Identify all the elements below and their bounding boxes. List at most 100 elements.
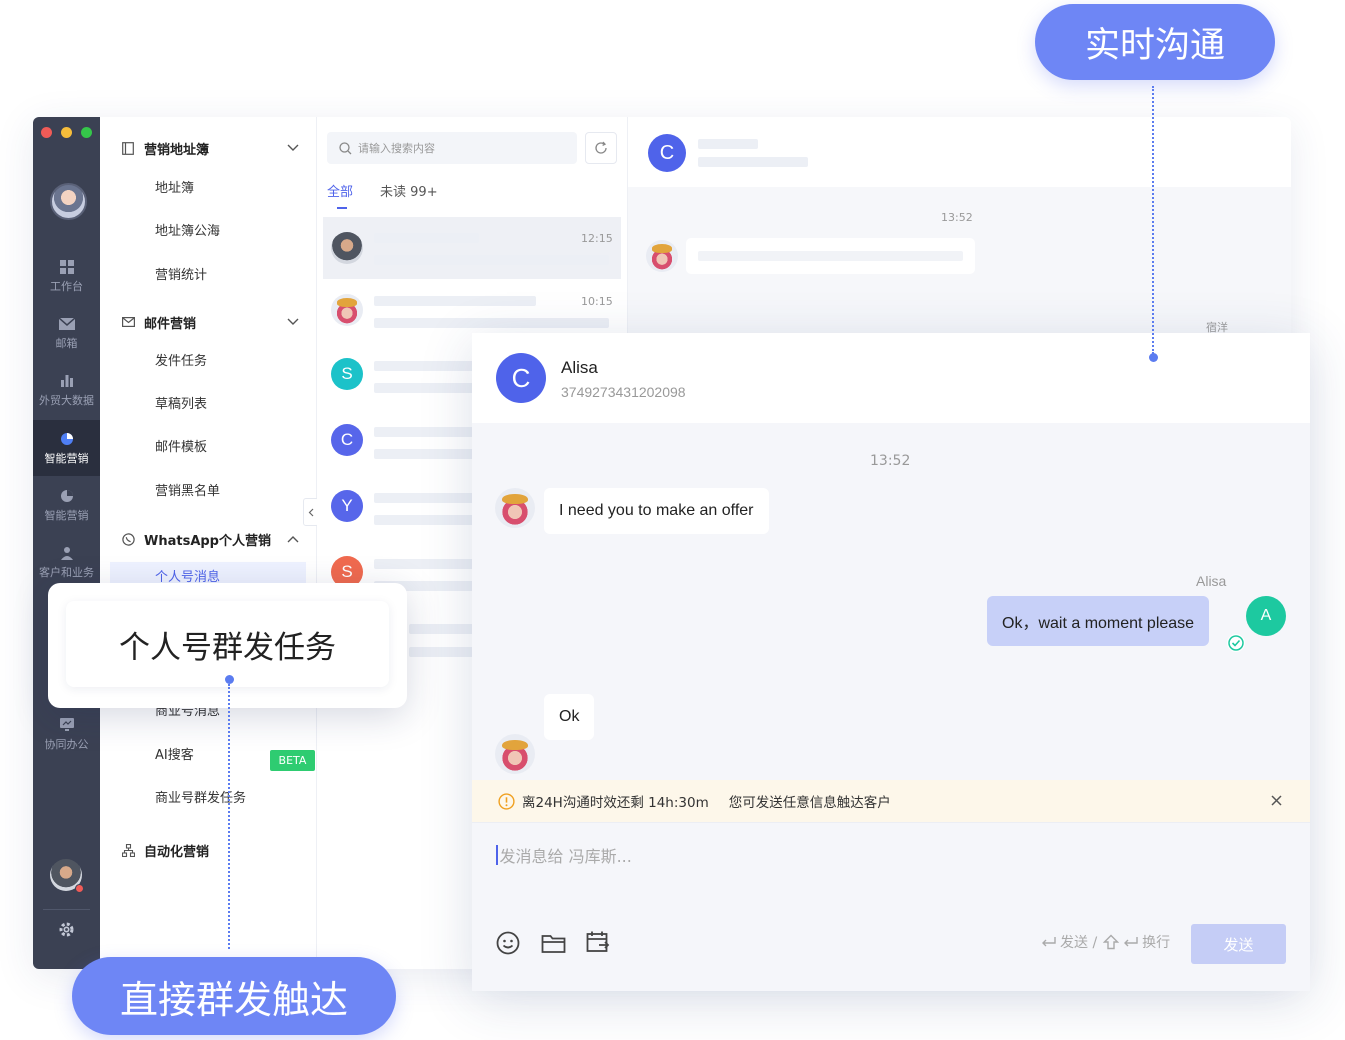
rail-item-workbench[interactable]: 工作台 <box>33 248 100 304</box>
rail-item-marketing-active[interactable]: 智能营销 <box>33 420 100 476</box>
rail-item-mail[interactable]: 邮箱 <box>33 305 100 361</box>
bg-chat-bubble <box>686 238 975 274</box>
grid-icon <box>59 259 75 275</box>
placeholder-bar <box>374 318 609 328</box>
beta-badge: BETA <box>270 750 315 771</box>
menu-item-address-pool[interactable]: 地址簿公海 <box>155 222 220 242</box>
close-window-dot[interactable] <box>41 127 52 138</box>
placeholder-bar <box>374 233 479 243</box>
book-icon <box>121 141 135 155</box>
chat-header: C Alisa 3749273431202098 <box>472 333 1310 423</box>
send-button[interactable]: 发送 <box>1191 924 1286 964</box>
menu-group-label: 邮件营销 <box>144 316 197 332</box>
callout-realtime: 实时沟通 <box>1035 4 1275 80</box>
menu-item-send-tasks[interactable]: 发件任务 <box>155 352 207 372</box>
rail-label: 协同办公 <box>44 737 89 751</box>
chat-card: C Alisa 3749273431202098 13:52 I need yo… <box>472 333 1310 991</box>
placeholder-bar <box>698 139 758 149</box>
menu-group-label: WhatsApp个人营销 <box>144 533 271 549</box>
menu-item-templates[interactable]: 邮件模板 <box>155 438 207 458</box>
my-name: Alisa <box>1196 573 1227 589</box>
menu-item-drafts[interactable]: 草稿列表 <box>155 395 207 415</box>
pie-chart-icon <box>59 431 75 447</box>
hint-send: 发送 / <box>1060 935 1098 951</box>
chat-time: 13:52 <box>870 453 911 469</box>
mail-icon <box>58 316 75 332</box>
maximize-window-dot[interactable] <box>81 127 92 138</box>
callout-pin <box>225 675 234 684</box>
folder-icon[interactable] <box>541 932 566 958</box>
contact-avatar: C <box>331 424 363 456</box>
rail-item-bigdata[interactable]: 外贸大数据 <box>33 362 100 418</box>
nav-rail: 工作台 邮箱 外贸大数据 智能营销 智能营销 客户和业务 协同办公 <box>33 117 100 969</box>
menu-group-automation[interactable]: 自动化营销 <box>121 839 301 861</box>
warning-icon <box>498 792 515 810</box>
conversation-time: 10:15 <box>581 295 613 308</box>
close-icon[interactable] <box>1270 794 1283 811</box>
notice-timer: 离24H沟通时效还剩 14h:30m <box>522 795 709 811</box>
schedule-icon[interactable] <box>586 930 610 958</box>
menu-item-stats[interactable]: 营销统计 <box>155 266 207 286</box>
gear-icon[interactable] <box>58 921 75 938</box>
rail-label: 智能营销 <box>44 451 89 465</box>
rail-label: 智能营销 <box>44 508 89 522</box>
emoji-icon[interactable] <box>496 931 520 959</box>
tab-indicator <box>337 207 347 209</box>
message-input[interactable]: 发消息给 冯库斯... <box>496 843 996 867</box>
conversation-row[interactable]: 12:15 <box>323 217 621 279</box>
menu-item-address-book[interactable]: 地址簿 <box>155 179 194 199</box>
rail-label: 工作台 <box>50 279 83 293</box>
incoming-avatar <box>495 734 535 774</box>
my-avatar: A <box>1246 596 1286 636</box>
user-avatar[interactable] <box>50 183 87 220</box>
search-input[interactable]: 请输入搜索内容 <box>327 132 577 164</box>
tab-all[interactable]: 全部 <box>327 181 353 200</box>
rail-item-office[interactable]: 协同办公 <box>33 706 100 762</box>
contact-avatar <box>331 294 363 326</box>
menu-item-business-broadcast[interactable]: 商业号群发任务 <box>155 789 246 809</box>
compose-area: 发消息给 冯库斯... 发送 / 换行 发送 <box>472 822 1310 991</box>
bg-chat-avatar: C <box>648 134 686 172</box>
pie-chart-icon <box>59 488 75 504</box>
chat-contact-avatar[interactable]: C <box>496 353 546 403</box>
time-window-notice: 离24H沟通时效还剩 14h:30m 您可发送任意信息触达客户 <box>472 780 1310 822</box>
incoming-message: I need you to make an offer <box>544 488 769 534</box>
minimize-window-dot[interactable] <box>61 127 72 138</box>
enter-key-icon <box>1123 936 1139 948</box>
tab-unread[interactable]: 未读 99+ <box>380 181 438 200</box>
popup-title: 个人号群发任务 <box>66 601 389 687</box>
menu-group-address-book[interactable]: 营销地址簿 <box>121 137 301 159</box>
search-placeholder: 请输入搜索内容 <box>358 142 435 155</box>
chevron-up-icon <box>287 532 301 546</box>
chat-contact-name: Alisa <box>561 358 598 377</box>
menu-group-label: 自动化营销 <box>144 844 210 860</box>
text-cursor <box>496 845 498 865</box>
placeholder-bar <box>698 157 808 167</box>
contact-avatar <box>331 232 363 264</box>
rail-item-marketing[interactable]: 智能营销 <box>33 477 100 533</box>
bg-chat-contact-avatar <box>646 240 678 272</box>
refresh-button[interactable] <box>585 132 617 164</box>
callout-line <box>228 684 230 949</box>
contact-avatar: Y <box>331 490 363 522</box>
divider <box>43 909 90 910</box>
menu-group-email[interactable]: 邮件营销 <box>121 311 301 333</box>
rail-item-customers[interactable]: 客户和业务 <box>33 534 100 590</box>
chat-contact-phone: 3749273431202098 <box>561 384 686 400</box>
menu-item-ai-search[interactable]: AI搜客 <box>155 746 194 766</box>
rail-label: 邮箱 <box>55 336 78 350</box>
chevron-down-icon <box>287 315 301 329</box>
menu-item-blacklist[interactable]: 营销黑名单 <box>155 482 220 502</box>
unread-count: 99+ <box>410 185 438 200</box>
message-placeholder: 发消息给 冯库斯... <box>499 847 632 866</box>
menu-group-whatsapp[interactable]: WhatsApp个人营销 <box>121 528 301 550</box>
callout-line <box>1152 86 1154 354</box>
marketing-menu: 营销地址簿 地址簿 地址簿公海 营销统计 邮件营销 发件任务 草稿列表 邮件模板… <box>100 117 319 969</box>
placeholder-bar <box>698 251 963 261</box>
mail-icon <box>121 315 135 329</box>
callout-pin <box>1149 353 1158 362</box>
bg-chat-time: 13:52 <box>941 211 973 224</box>
placeholder-bar <box>374 255 609 265</box>
conversation-time: 12:15 <box>581 232 613 245</box>
callout-broadcast: 直接群发触达 <box>72 957 396 1035</box>
